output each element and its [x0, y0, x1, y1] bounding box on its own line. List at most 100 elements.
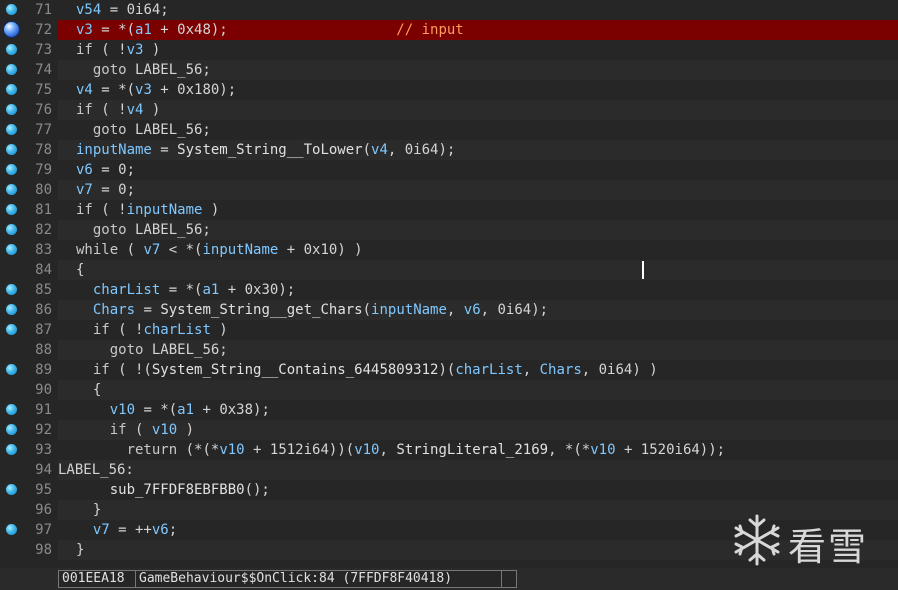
code-text[interactable]: inputName = System_String__ToLower(v4, 0…	[76, 140, 898, 160]
code-line[interactable]: 92 if ( v10 )	[0, 420, 898, 440]
breakpoint-dot-icon[interactable]	[6, 444, 17, 455]
code-variable[interactable]: v10	[110, 402, 135, 418]
line-gutter[interactable]: 87	[0, 320, 58, 340]
breakpoint-dot-icon[interactable]	[6, 144, 17, 155]
code-text[interactable]: if ( !v4 )	[76, 100, 898, 120]
line-gutter[interactable]: 83	[0, 240, 58, 260]
code-text[interactable]: v7 = 0;	[76, 180, 898, 200]
breakpoint-dot-icon[interactable]	[6, 324, 17, 335]
code-text[interactable]: if ( !inputName )	[76, 200, 898, 220]
code-variable[interactable]: v3	[76, 22, 93, 38]
code-line[interactable]: 73 if ( !v3 )	[0, 40, 898, 60]
code-line[interactable]: 71 v54 = 0i64;	[0, 0, 898, 20]
code-text[interactable]: goto LABEL_56;	[76, 220, 898, 240]
code-variable[interactable]: v10	[590, 442, 615, 458]
breakpoint-dot-icon[interactable]	[6, 64, 17, 75]
code-text[interactable]: goto LABEL_56;	[76, 120, 898, 140]
line-gutter[interactable]: 78	[0, 140, 58, 160]
breakpoint-dot-icon[interactable]	[6, 104, 17, 115]
code-variable[interactable]: v10	[354, 442, 379, 458]
code-line[interactable]: 86 Chars = System_String__get_Chars(inpu…	[0, 300, 898, 320]
code-label[interactable]: LABEL_56:	[58, 460, 898, 480]
code-variable[interactable]: charList	[93, 282, 160, 298]
code-variable[interactable]: v54	[76, 2, 101, 18]
code-line[interactable]: 89 if ( !(System_String__Contains_644580…	[0, 360, 898, 380]
breakpoint-dot-icon[interactable]	[6, 84, 17, 95]
code-variable[interactable]: inputName	[127, 202, 203, 218]
breakpoint-dot-icon[interactable]	[6, 424, 17, 435]
line-gutter[interactable]: 97	[0, 520, 58, 540]
code-variable[interactable]: Chars	[93, 302, 135, 318]
code-line[interactable]: 83 while ( v7 < *(inputName + 0x10) )	[0, 240, 898, 260]
current-breakpoint-icon[interactable]	[4, 22, 19, 37]
pseudocode-editor[interactable]: 71 v54 = 0i64; 72 v3 = *(a1 + 0x48); // inp…	[0, 0, 898, 568]
code-variable[interactable]: a1	[135, 22, 152, 38]
code-text[interactable]: v3 = *(a1 + 0x48); // input	[76, 20, 898, 40]
code-variable[interactable]: a1	[202, 282, 219, 298]
line-gutter[interactable]: 82	[0, 220, 58, 240]
breakpoint-dot-icon[interactable]	[6, 304, 17, 315]
code-text[interactable]: if ( !v3 )	[76, 40, 898, 60]
code-variable[interactable]: Chars	[540, 362, 582, 378]
code-text[interactable]: return (*(*v10 + 1512i64))(v10, StringLi…	[76, 440, 898, 460]
code-symbol[interactable]: System_String__get_Chars	[160, 302, 362, 318]
line-gutter[interactable]: 73	[0, 40, 58, 60]
line-gutter[interactable]: 98	[0, 540, 58, 560]
code-line[interactable]: 88 goto LABEL_56;	[0, 340, 898, 360]
line-gutter[interactable]: 91	[0, 400, 58, 420]
code-line[interactable]: 85 charList = *(a1 + 0x30);	[0, 280, 898, 300]
line-gutter[interactable]: 90	[0, 380, 58, 400]
code-line[interactable]: 90 {	[0, 380, 898, 400]
code-text[interactable]: {	[76, 380, 898, 400]
breakpoint-dot-icon[interactable]	[6, 404, 17, 415]
code-symbol[interactable]: System_String__ToLower	[177, 142, 362, 158]
code-line[interactable]: 84 {	[0, 260, 898, 280]
code-line[interactable]: 77 goto LABEL_56;	[0, 120, 898, 140]
breakpoint-dot-icon[interactable]	[6, 124, 17, 135]
line-gutter[interactable]: 89	[0, 360, 58, 380]
breakpoint-dot-icon[interactable]	[6, 164, 17, 175]
line-gutter[interactable]: 93	[0, 440, 58, 460]
line-gutter[interactable]: 92	[0, 420, 58, 440]
code-text[interactable]: charList = *(a1 + 0x30);	[76, 280, 898, 300]
breakpoint-dot-icon[interactable]	[6, 484, 17, 495]
code-text[interactable]: if ( !charList )	[76, 320, 898, 340]
line-gutter[interactable]: 72	[0, 20, 58, 40]
line-gutter[interactable]: 79	[0, 160, 58, 180]
code-variable[interactable]: v3	[127, 42, 144, 58]
code-variable[interactable]: v7	[93, 522, 110, 538]
code-variable[interactable]: inputName	[371, 302, 447, 318]
line-gutter[interactable]: 94	[0, 460, 58, 480]
code-line[interactable]: 91 v10 = *(a1 + 0x38);	[0, 400, 898, 420]
line-gutter[interactable]: 84	[0, 260, 58, 280]
code-text[interactable]: {	[76, 260, 898, 280]
code-text[interactable]: if ( !(System_String__Contains_644580931…	[76, 360, 898, 380]
line-gutter[interactable]: 75	[0, 80, 58, 100]
code-text[interactable]: if ( v10 )	[76, 420, 898, 440]
line-gutter[interactable]: 86	[0, 300, 58, 320]
code-symbol[interactable]: System_String__Contains_6445809312	[152, 362, 439, 378]
code-line[interactable]: 80 v7 = 0;	[0, 180, 898, 200]
line-gutter[interactable]: 71	[0, 0, 58, 20]
code-line[interactable]: 94 LABEL_56:	[0, 460, 898, 480]
code-variable[interactable]: v4	[76, 82, 93, 98]
code-line[interactable]: 72 v3 = *(a1 + 0x48); // input	[0, 20, 898, 40]
code-text[interactable]: goto LABEL_56;	[76, 340, 898, 360]
code-line[interactable]: 76 if ( !v4 )	[0, 100, 898, 120]
breakpoint-dot-icon[interactable]	[6, 44, 17, 55]
line-gutter[interactable]: 81	[0, 200, 58, 220]
line-gutter[interactable]: 88	[0, 340, 58, 360]
code-variable[interactable]: inputName	[76, 142, 152, 158]
code-variable[interactable]: v4	[127, 102, 144, 118]
code-variable[interactable]: v7	[143, 242, 160, 258]
code-line[interactable]: 93 return (*(*v10 + 1512i64))(v10, Strin…	[0, 440, 898, 460]
breakpoint-dot-icon[interactable]	[6, 204, 17, 215]
code-text[interactable]: goto LABEL_56;	[76, 60, 898, 80]
line-gutter[interactable]: 85	[0, 280, 58, 300]
line-gutter[interactable]: 96	[0, 500, 58, 520]
line-gutter[interactable]: 80	[0, 180, 58, 200]
code-variable[interactable]: a1	[177, 402, 194, 418]
code-line[interactable]: 87 if ( !charList )	[0, 320, 898, 340]
breakpoint-dot-icon[interactable]	[6, 284, 17, 295]
code-variable[interactable]: inputName	[202, 242, 278, 258]
